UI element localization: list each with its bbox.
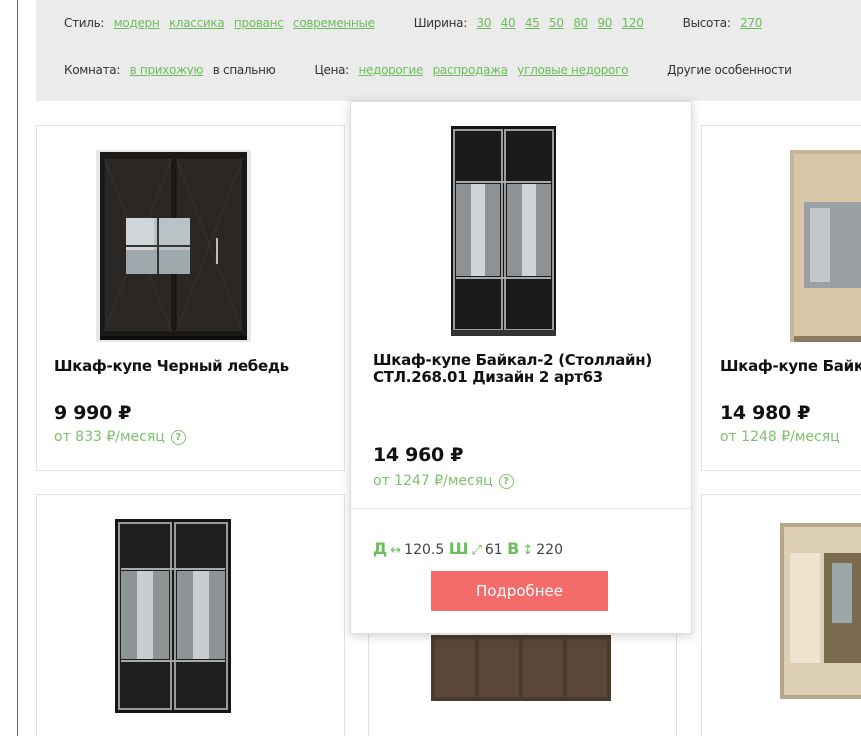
depth-label: Д xyxy=(373,539,388,558)
price-label: Цена: xyxy=(314,63,349,77)
depth-value: 120.5 xyxy=(404,542,445,558)
product-card-expanded[interactable]: Шкаф-купе Байкал-2 (Столлайн) СТЛ.268.01… xyxy=(350,101,692,634)
height-arrow-icon: ↕ xyxy=(522,543,534,558)
wardrobe-image[interactable] xyxy=(115,519,231,713)
card-divider xyxy=(351,508,691,509)
filter-link-style[interactable]: прованс xyxy=(234,16,284,30)
filter-row-1: Стиль: модерн классика прованс современн… xyxy=(64,16,768,30)
filter-link-width[interactable]: 80 xyxy=(573,16,588,30)
wardrobe-image[interactable] xyxy=(431,635,611,701)
filter-room-bedroom[interactable]: в спальню xyxy=(213,63,276,77)
width-value: 61 xyxy=(484,542,503,558)
height-dim-label: В xyxy=(507,539,520,558)
filter-link-width[interactable]: 120 xyxy=(622,16,644,30)
filter-panel: Стиль: модерн классика прованс современн… xyxy=(36,0,861,101)
product-title[interactable]: Шкаф-купе Байк xyxy=(720,358,861,375)
installment-price: от 833 ₽/месяц? xyxy=(54,429,186,445)
filter-link-price[interactable]: угловые недорого xyxy=(517,63,628,77)
filter-link-room[interactable]: в прихожую xyxy=(130,63,204,77)
filter-link-width[interactable]: 90 xyxy=(597,16,612,30)
product-card[interactable] xyxy=(701,494,861,736)
dimensions: Д ↔ 120.5 Ш ⤢ 61 В ↕ 220 xyxy=(373,539,563,558)
installment-price: от 1248 ₽/месяц xyxy=(720,429,840,445)
filter-link-width[interactable]: 50 xyxy=(549,16,564,30)
installment-text: от 1247 ₽/месяц xyxy=(373,473,493,489)
product-title[interactable]: Шкаф-купе Байкал-2 (Столлайн) СТЛ.268.01… xyxy=(373,352,673,386)
wardrobe-image[interactable] xyxy=(790,150,861,342)
product-price: 9 990 ₽ xyxy=(54,402,132,424)
filter-link-width[interactable]: 40 xyxy=(501,16,516,30)
width-dim-label: Ш xyxy=(448,539,469,558)
filter-link-style[interactable]: современные xyxy=(293,16,375,30)
product-price: 14 980 ₽ xyxy=(720,402,811,424)
height-value: 220 xyxy=(536,542,563,558)
filter-link-price[interactable]: распродажа xyxy=(433,63,509,77)
filter-link-width[interactable]: 45 xyxy=(525,16,540,30)
product-card[interactable]: Шкаф-купе Черный лебедь 9 990 ₽ от 833 ₽… xyxy=(36,125,345,471)
other-features-label[interactable]: Другие особенности xyxy=(667,63,792,77)
product-card[interactable] xyxy=(36,494,345,736)
room-label: Комната: xyxy=(64,63,121,77)
product-title[interactable]: Шкаф-купе Черный лебедь xyxy=(54,358,334,375)
product-card[interactable]: Шкаф-купе Байк 14 980 ₽ от 1248 ₽/месяц xyxy=(701,125,861,471)
product-price: 14 960 ₽ xyxy=(373,444,464,466)
help-icon[interactable]: ? xyxy=(498,474,514,489)
help-icon[interactable]: ? xyxy=(170,430,186,445)
wardrobe-image[interactable] xyxy=(780,523,861,699)
window-border xyxy=(17,0,18,736)
wardrobe-image[interactable] xyxy=(96,150,251,342)
width-arrow-icon: ⤢ xyxy=(471,543,482,558)
installment-price: от 1247 ₽/месяц? xyxy=(373,473,514,489)
height-label: Высота: xyxy=(682,16,731,30)
filter-link-price[interactable]: недорогие xyxy=(358,63,423,77)
width-label: Ширина: xyxy=(413,16,468,30)
depth-arrow-icon: ↔ xyxy=(390,543,402,558)
filter-row-2: Комната: в прихожую в спальню Цена: недо… xyxy=(64,63,798,77)
filter-link-style[interactable]: классика xyxy=(169,16,225,30)
wardrobe-image[interactable] xyxy=(451,126,556,336)
filter-link-width[interactable]: 30 xyxy=(476,16,491,30)
details-button[interactable]: Подробнее xyxy=(431,571,608,611)
style-label: Стиль: xyxy=(64,16,105,30)
installment-text: от 833 ₽/месяц xyxy=(54,429,165,445)
filter-link-style[interactable]: модерн xyxy=(114,16,160,30)
filter-link-height[interactable]: 270 xyxy=(740,16,762,30)
